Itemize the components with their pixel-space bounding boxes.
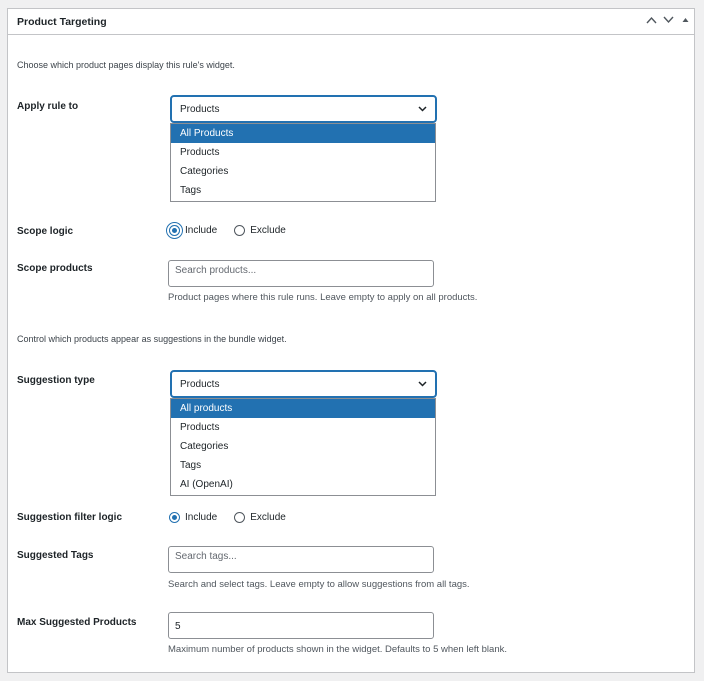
collapse-toggle-icon[interactable] [682,15,689,27]
scope-products-input[interactable]: Search products... [168,260,434,287]
suggestion-type-select[interactable]: Products [170,370,437,398]
scope-include-label: Include [185,225,218,236]
max-products-help: Maximum number of products shown in the … [168,644,508,655]
apply-rule-select[interactable]: Products [170,95,437,123]
dropdown-option[interactable]: Categories [171,162,435,181]
suggestions-description: Control which products appear as suggest… [17,334,287,344]
filter-logic-label: Suggestion filter logic [17,512,123,523]
dropdown-option[interactable]: AI (OpenAI) [171,475,435,494]
filter-include-label: Include [185,512,218,523]
dropdown-option[interactable]: Tags [171,181,435,200]
filter-exclude-label: Exclude [250,512,286,523]
targeting-description: Choose which product pages display this … [17,60,235,70]
suggestion-type-selected-value: Products [180,378,220,390]
suggestion-type-dropdown: All products Products Categories Tags AI… [170,398,436,496]
dropdown-option[interactable]: Products [171,418,435,437]
scope-products-help: Product pages where this rule runs. Leav… [168,292,478,303]
dropdown-option[interactable]: All Products [171,124,435,143]
filter-logic-radio-group: Include Exclude [169,512,286,523]
chevron-down-icon [418,379,427,390]
scope-include-radio[interactable] [169,225,180,236]
scope-exclude-radio[interactable] [234,225,246,236]
suggestion-type-label: Suggestion type [17,375,95,386]
panel-header: Product Targeting [8,9,694,35]
scope-logic-radio-group: Include Exclude [169,225,286,236]
apply-rule-dropdown: All Products Products Categories Tags [170,123,436,202]
dropdown-option[interactable]: Products [171,143,435,162]
apply-rule-label: Apply rule to [17,101,79,112]
suggested-tags-help: Search and select tags. Leave empty to a… [168,579,470,590]
scope-products-label: Scope products [17,263,93,274]
panel-title: Product Targeting [17,16,107,28]
move-down-icon[interactable] [663,15,674,27]
suggested-tags-input[interactable]: Search tags... [168,546,434,573]
scope-logic-label: Scope logic [17,226,74,237]
max-products-input[interactable]: 5 [168,612,434,639]
scope-exclude-label: Exclude [250,225,286,236]
filter-include-radio[interactable] [169,512,180,523]
max-products-label: Max Suggested Products [17,617,137,628]
product-targeting-panel: Product Targeting Choose which product p… [7,8,695,673]
dropdown-option[interactable]: All products [171,399,435,418]
suggested-tags-label: Suggested Tags [17,550,94,561]
move-up-icon[interactable] [646,15,657,27]
chevron-down-icon [418,104,427,115]
dropdown-option[interactable]: Tags [171,456,435,475]
apply-rule-selected-value: Products [180,103,220,115]
filter-exclude-radio[interactable] [234,512,246,523]
dropdown-option[interactable]: Categories [171,437,435,456]
